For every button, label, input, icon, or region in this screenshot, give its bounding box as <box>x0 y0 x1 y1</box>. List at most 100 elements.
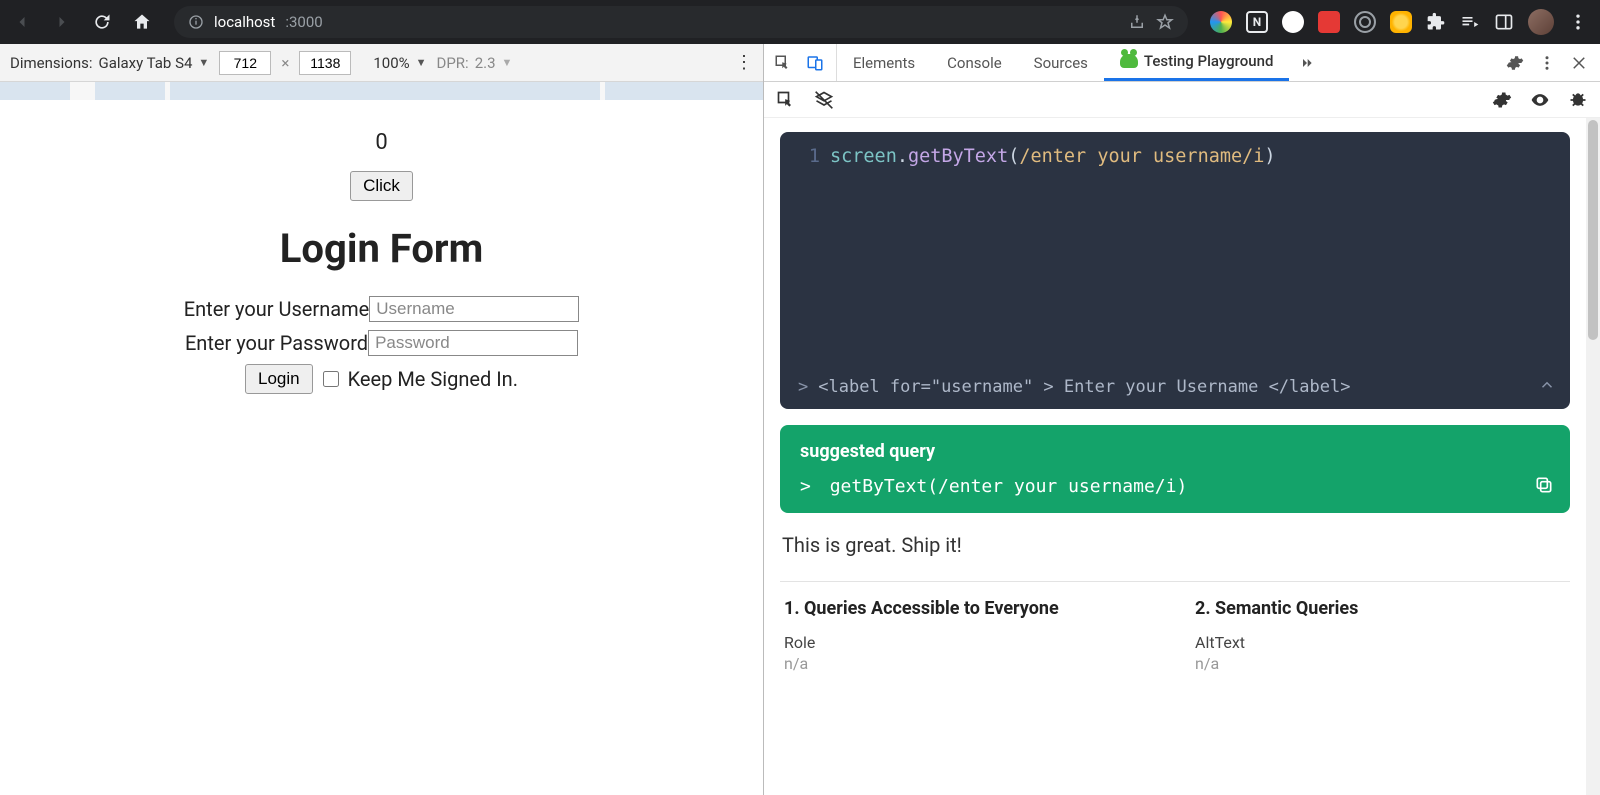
tab-testing-playground[interactable]: Testing Playground <box>1104 44 1290 81</box>
device-toolbar-menu[interactable]: ⋮ <box>735 52 753 73</box>
tab-elements[interactable]: Elements <box>837 44 931 81</box>
query-field-name: AltText <box>1195 633 1566 652</box>
device-name: Galaxy Tab S4 <box>99 54 193 72</box>
extension-icon-4[interactable] <box>1318 11 1340 33</box>
device-mode-toggle[interactable] <box>802 50 828 76</box>
viewport-height-input[interactable] <box>299 51 351 75</box>
devtools-settings-icon[interactable] <box>1506 54 1524 72</box>
panel-icon[interactable] <box>1494 12 1514 32</box>
url-host: localhost <box>214 13 275 31</box>
cursor-box-icon <box>776 90 796 110</box>
keep-signed-in-checkbox[interactable] <box>323 371 339 387</box>
suggested-query-text: getByText(/enter your username/i) <box>830 476 1188 497</box>
extension-icon-1[interactable] <box>1210 11 1232 33</box>
tab-console[interactable]: Console <box>931 44 1018 81</box>
inspect-cursor-icon <box>774 54 792 72</box>
tab-testing-playground-label: Testing Playground <box>1144 52 1274 70</box>
code-token-method: getByText <box>908 146 1008 167</box>
browser-toolbar: localhost:3000 N <box>0 0 1600 44</box>
device-select[interactable]: Dimensions: Galaxy Tab S4 ▼ <box>10 54 209 72</box>
username-input[interactable] <box>369 296 579 322</box>
viewport-width-input[interactable] <box>219 51 271 75</box>
extensions-puzzle-icon[interactable] <box>1426 12 1446 32</box>
share-icon[interactable] <box>1128 13 1146 31</box>
code-line-number: 1 <box>798 146 820 167</box>
reload-button[interactable] <box>88 8 116 36</box>
extension-icon-6[interactable] <box>1390 11 1412 33</box>
eye-icon <box>1530 90 1550 110</box>
username-label: Enter your Username <box>184 297 370 321</box>
playground-body: 1screen.getByText(/enter your username/i… <box>764 118 1586 795</box>
playlist-icon[interactable] <box>1460 12 1480 32</box>
address-bar[interactable]: localhost:3000 <box>174 6 1188 38</box>
chevron-down-icon: ▼ <box>502 56 513 69</box>
extension-icon-2[interactable]: N <box>1246 11 1268 33</box>
copy-icon <box>1534 475 1554 495</box>
forward-button[interactable] <box>48 8 76 36</box>
code-token-regex: /enter your username/i <box>1019 146 1264 167</box>
query-field-name: Role <box>784 633 1155 652</box>
playground-visibility[interactable] <box>1528 88 1552 112</box>
playground-pick-element[interactable] <box>774 88 798 112</box>
home-icon <box>132 12 152 32</box>
password-input[interactable] <box>368 330 578 356</box>
code-token-dot: . <box>897 146 908 167</box>
code-token-close: ) <box>1264 146 1275 167</box>
zoom-value: 100% <box>373 54 409 72</box>
playground-debug[interactable] <box>1566 88 1590 112</box>
chrome-menu-icon[interactable] <box>1568 12 1588 32</box>
devtools-pane: Elements Console Sources Testing Playgro… <box>764 44 1600 795</box>
device-icon <box>806 54 824 72</box>
suggested-query-title: suggested query <box>800 441 1550 462</box>
click-button[interactable]: Click <box>350 171 413 201</box>
playground-settings[interactable] <box>1490 88 1514 112</box>
arrow-right-icon <box>52 12 72 32</box>
dimensions-label: Dimensions: <box>10 54 93 72</box>
dpr-value: 2.3 <box>475 54 496 72</box>
devtools-tabstrip: Elements Console Sources Testing Playgro… <box>764 44 1600 82</box>
bookmark-star-icon[interactable] <box>1156 13 1174 31</box>
chevron-down-icon: ▼ <box>198 56 209 69</box>
playground-layers-toggle[interactable] <box>812 88 836 112</box>
zoom-select[interactable]: 100% ▼ <box>373 54 426 72</box>
dpr-select[interactable]: DPR: 2.3 ▼ <box>437 54 513 72</box>
double-chevron-right-icon <box>1299 55 1315 71</box>
site-info-icon[interactable] <box>188 14 204 30</box>
suggested-query-box: suggested query > getByText(/enter your … <box>780 425 1570 513</box>
playground-code-editor[interactable]: 1 screen.getByText(/enter your username/i… <box>780 132 1570 409</box>
inspect-element-toggle[interactable] <box>770 50 796 76</box>
dimension-separator: × <box>281 54 289 72</box>
queries-semantic-heading: 2. Semantic Queries <box>1195 598 1566 619</box>
counter-value: 0 <box>0 130 763 155</box>
queries-accessible-column: 1. Queries Accessible to Everyone Role n… <box>784 592 1155 673</box>
tabs-overflow[interactable] <box>1289 44 1325 81</box>
queries-accessible-heading: 1. Queries Accessible to Everyone <box>784 598 1155 619</box>
arrow-left-icon <box>12 12 32 32</box>
devtools-close-icon[interactable] <box>1570 54 1588 72</box>
tab-sources[interactable]: Sources <box>1018 44 1104 81</box>
copy-suggested-query[interactable] <box>1534 475 1554 499</box>
code-token-open: ( <box>1008 146 1019 167</box>
back-button[interactable] <box>8 8 36 36</box>
extension-icon-5[interactable] <box>1354 11 1376 33</box>
extension-icon-3[interactable] <box>1282 11 1304 33</box>
suggested-prefix: > <box>800 476 811 497</box>
login-button[interactable]: Login <box>245 364 313 394</box>
chevron-down-icon: ▼ <box>416 56 427 69</box>
query-field-value: n/a <box>1195 654 1566 673</box>
result-prefix: > <box>798 377 808 397</box>
devtools-menu-icon[interactable] <box>1538 54 1556 72</box>
code-token-ident: screen <box>830 146 897 167</box>
home-button[interactable] <box>128 8 156 36</box>
reload-icon <box>92 12 112 32</box>
page-title: Login Form <box>0 225 763 272</box>
code-collapse-toggle[interactable] <box>1538 376 1556 399</box>
scrollbar-thumb[interactable] <box>1588 120 1598 340</box>
layers-off-icon <box>814 90 834 110</box>
chevron-up-icon <box>1538 376 1556 394</box>
scrollbar-track[interactable] <box>1586 118 1600 795</box>
page-preview-viewport[interactable]: 0 Click Login Form Enter your Username E… <box>0 100 763 795</box>
code-result-html: <label for="username" > Enter your Usern… <box>818 377 1350 397</box>
profile-avatar[interactable] <box>1528 9 1554 35</box>
frog-icon <box>1120 54 1138 68</box>
